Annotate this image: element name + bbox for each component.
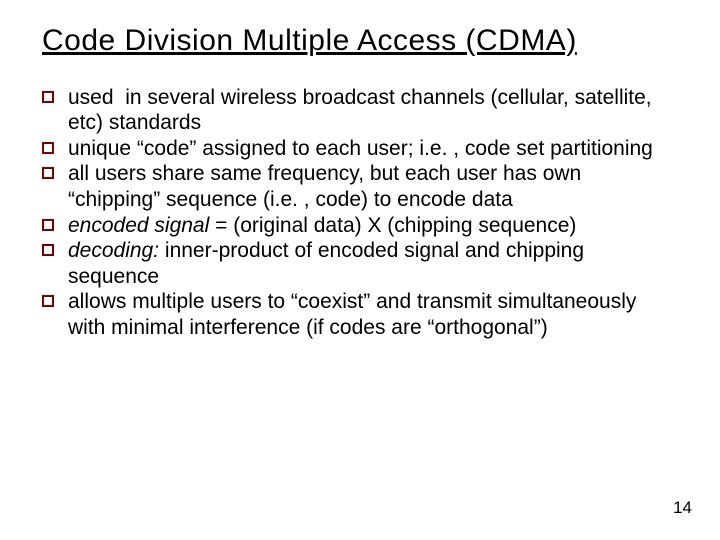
bullet-text: unique “code” assigned to each user; i.e… bbox=[68, 137, 653, 160]
bullet-text: used in several wireless broadcast chann… bbox=[68, 86, 652, 135]
slide-title: Code Division Multiple Access (CDMA) bbox=[42, 24, 678, 59]
bullet-list: used in several wireless broadcast chann… bbox=[42, 85, 678, 341]
list-item: unique “code” assigned to each user; i.e… bbox=[42, 136, 678, 162]
list-item: all users share same frequency, but each… bbox=[42, 161, 678, 212]
list-item: allows multiple users to “coexist” and t… bbox=[42, 289, 678, 340]
bullet-text-post: = (original data) X (chipping sequence) bbox=[209, 214, 576, 237]
list-item: used in several wireless broadcast chann… bbox=[42, 85, 678, 136]
list-item: decoding: inner-product of encoded signa… bbox=[42, 238, 678, 289]
bullet-text: allows multiple users to “coexist” and t… bbox=[68, 290, 636, 339]
page-number: 14 bbox=[673, 498, 692, 518]
bullet-text: all users share same frequency, but each… bbox=[68, 162, 581, 211]
slide: Code Division Multiple Access (CDMA) use… bbox=[0, 0, 720, 540]
bullet-em: encoded signal bbox=[68, 214, 209, 237]
list-item: encoded signal = (original data) X (chip… bbox=[42, 213, 678, 239]
bullet-em: decoding: bbox=[68, 239, 159, 262]
